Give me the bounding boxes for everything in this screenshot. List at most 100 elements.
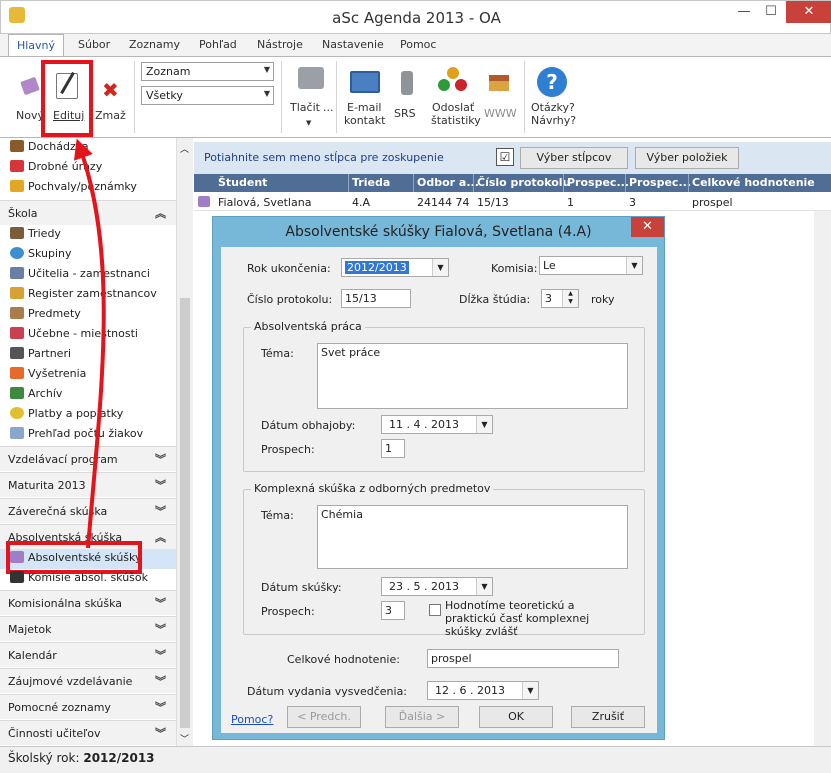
komisia-select[interactable]: Le ▼: [539, 256, 643, 275]
dialog-body: Rok ukončenia: 2012/2013 ▼ Komisia: Le ▼ Č…: [221, 247, 657, 733]
help-link[interactable]: Pomoc?: [231, 713, 273, 726]
sidebar-item-partneri[interactable]: Partneri: [10, 347, 71, 365]
sidebar-item-ucitelia[interactable]: Učitelia - zamestnanci: [10, 267, 150, 285]
obhajoba-date[interactable]: 11 . 4 . 2013 ▼: [381, 415, 493, 434]
vydanie-date[interactable]: 12 . 6 . 2013 ▼: [427, 681, 539, 700]
select-items-button[interactable]: Výber položiek: [635, 147, 739, 169]
praca-prospech-input[interactable]: 1: [381, 439, 405, 458]
tab-zoznamy[interactable]: Zoznamy: [129, 38, 180, 51]
tab-hlavny[interactable]: Hlavný: [8, 34, 64, 57]
sidebar-section-komisionalna[interactable]: Komisionálna skúška ︾: [0, 590, 176, 615]
main-scrollbar[interactable]: [814, 211, 831, 746]
filter-combo[interactable]: Všetky ▼: [141, 86, 274, 105]
sidebar-item-register[interactable]: Register zamestnancov: [10, 287, 157, 305]
help-button[interactable]: ? Otázky? Návrhy?: [528, 63, 578, 133]
col-header-celkove[interactable]: Celkové hodnotenie: [692, 176, 815, 189]
column-chooser-checkbox[interactable]: ☑: [496, 148, 514, 166]
col-header-trieda[interactable]: Trieda: [352, 176, 390, 189]
dlzka-stepper[interactable]: 3 ▲ ▼: [541, 289, 579, 308]
sidebar-item-dochadzka[interactable]: Dochádzka: [10, 140, 89, 158]
sidebar-section-skola[interactable]: Škola ︽: [0, 200, 176, 225]
select-columns-button[interactable]: Výber stĺpcov: [520, 147, 628, 169]
skuska-date[interactable]: 23 . 5 . 2013 ▼: [381, 577, 493, 596]
edit-highlight-box: [41, 60, 93, 137]
injury-icon: [10, 160, 24, 172]
sidebar-item-label: Partneri: [28, 347, 72, 360]
spinner-arrows-icon[interactable]: ▲ ▼: [562, 290, 578, 307]
email-label-2: kontakt: [344, 114, 386, 127]
sidebar-item-skupiny[interactable]: Skupiny: [10, 247, 72, 265]
title-bar: aSc Agenda 2013 - OA — ☐ ✕: [0, 0, 831, 34]
col-header-odbor[interactable]: Odbor a...: [417, 176, 479, 189]
sidebar-item-vysetrenia[interactable]: Vyšetrenia: [10, 367, 86, 385]
close-button[interactable]: ✕: [786, 1, 831, 23]
group-by-bar[interactable]: Potiahnite sem meno stĺpca pre zoskupeni…: [194, 142, 831, 174]
scroll-down-icon[interactable]: ﹀: [180, 732, 189, 745]
table-row[interactable]: Fialová, Svetlana 4.A 24144 74 15/13 1 3…: [194, 193, 831, 211]
chevron-down-icon: ︾: [155, 675, 166, 688]
email-contact-button[interactable]: E-mail kontakt: [342, 63, 388, 133]
tab-subor[interactable]: Súbor: [78, 38, 110, 51]
ribbon: Nový Edituj ✖ Zmaž Zoznam ▼ Všetky ▼ Tlači…: [0, 56, 831, 138]
cancel-button[interactable]: Zrušiť: [571, 706, 645, 728]
scroll-up-icon[interactable]: ︿: [180, 142, 189, 155]
sidebar-item-drobne-urazy[interactable]: Drobné úrazy: [10, 160, 102, 178]
sidebar-item-ucebne[interactable]: Učebne - miestnosti: [10, 327, 138, 345]
sidebar-section-zaujmove[interactable]: Záujmové vzdelávanie ︾: [0, 668, 176, 693]
maximize-button[interactable]: ☐: [758, 1, 784, 23]
col-header-protokol[interactable]: Číslo protokolu: [477, 176, 570, 189]
chevron-down-icon: ︾: [155, 453, 166, 466]
protokol-input[interactable]: 15/13: [341, 289, 411, 308]
dialog-close-button[interactable]: ✕: [631, 217, 664, 237]
sidebar-section-majetok[interactable]: Majetok ︾: [0, 616, 176, 641]
sidebar-scrollbar[interactable]: ︿ ﹀: [176, 138, 193, 746]
praca-tema-label: Téma:: [261, 347, 294, 360]
send-statistics-button[interactable]: Odoslať štatistiky: [428, 63, 481, 133]
sidebar-item-pochvaly[interactable]: Pochvaly/poznámky: [10, 180, 137, 198]
col-header-student[interactable]: Študent: [218, 176, 267, 189]
subjects-icon: [10, 307, 24, 319]
srs-button[interactable]: SRS: [392, 63, 422, 133]
delete-button[interactable]: ✖ Zmaž: [94, 71, 126, 125]
tab-pohlad[interactable]: Pohľad: [199, 38, 237, 51]
komplex-prospech-input[interactable]: 3: [381, 601, 405, 620]
phone-icon: [401, 71, 413, 95]
sidebar-item-komisie[interactable]: Komisie absol. skúšok: [10, 571, 148, 589]
next-button[interactable]: Ďalšia >: [385, 706, 459, 728]
rok-value: 2012/2013: [345, 261, 409, 274]
celkove-input[interactable]: prospel: [427, 649, 619, 668]
sidebar-section-cinnosti[interactable]: Činnosti učiteľov ︾: [0, 720, 176, 745]
sidebar-section-maturita[interactable]: Maturita 2013 ︾: [0, 472, 176, 497]
praca-tema-textarea[interactable]: Svet práce: [317, 343, 628, 409]
col-header-prospech-2[interactable]: Prospec...: [629, 176, 691, 189]
col-header-prospech-1[interactable]: Prospec...: [567, 176, 629, 189]
tab-nastavenie[interactable]: Nastavenie: [322, 38, 384, 51]
sidebar-section-kalendar[interactable]: Kalendár ︾: [0, 642, 176, 667]
lock-icon: [10, 287, 24, 299]
separate-parts-checkbox[interactable]: [429, 604, 441, 616]
ok-button[interactable]: OK: [479, 706, 553, 728]
tab-nastroje[interactable]: Nástroje: [257, 38, 303, 51]
minimize-button[interactable]: —: [731, 1, 757, 23]
roky-label: roky: [591, 293, 615, 306]
printer-icon: [298, 67, 324, 89]
sidebar-item-predmety[interactable]: Predmety: [10, 307, 81, 325]
sidebar-item-triedy[interactable]: Triedy: [10, 227, 61, 245]
sidebar-item-platby[interactable]: Platby a poplatky: [10, 407, 123, 425]
chevron-down-icon: ︾: [155, 623, 166, 636]
list-combo[interactable]: Zoznam ▼: [141, 62, 274, 81]
komplex-tema-textarea[interactable]: Chémia: [317, 505, 628, 569]
sidebar-section-vzdelavaci[interactable]: Vzdelávací program ︾: [0, 446, 176, 471]
sidebar-section-pomocne[interactable]: Pomocné zoznamy ︾: [0, 694, 176, 719]
www-button[interactable]: WWW: [481, 63, 517, 133]
tab-pomoc[interactable]: Pomoc: [400, 38, 436, 51]
cell-odbor: 24144 74: [417, 196, 470, 209]
print-button[interactable]: Tlačit ... ▼: [288, 63, 334, 133]
sidebar-item-archiv[interactable]: Archív: [10, 387, 62, 405]
sidebar-section-zaverecna[interactable]: Záverečná skúška ︾: [0, 498, 176, 523]
scroll-thumb[interactable]: [180, 298, 190, 728]
sidebar-item-prehlad[interactable]: Prehľad počtu žiakov: [10, 427, 143, 445]
prev-button[interactable]: < Predch.: [287, 706, 361, 728]
absolvent-exam-dialog: Absolventské skúšky Fialová, Svetlana (4…: [212, 216, 665, 740]
rok-select[interactable]: 2012/2013 ▼: [341, 258, 449, 277]
